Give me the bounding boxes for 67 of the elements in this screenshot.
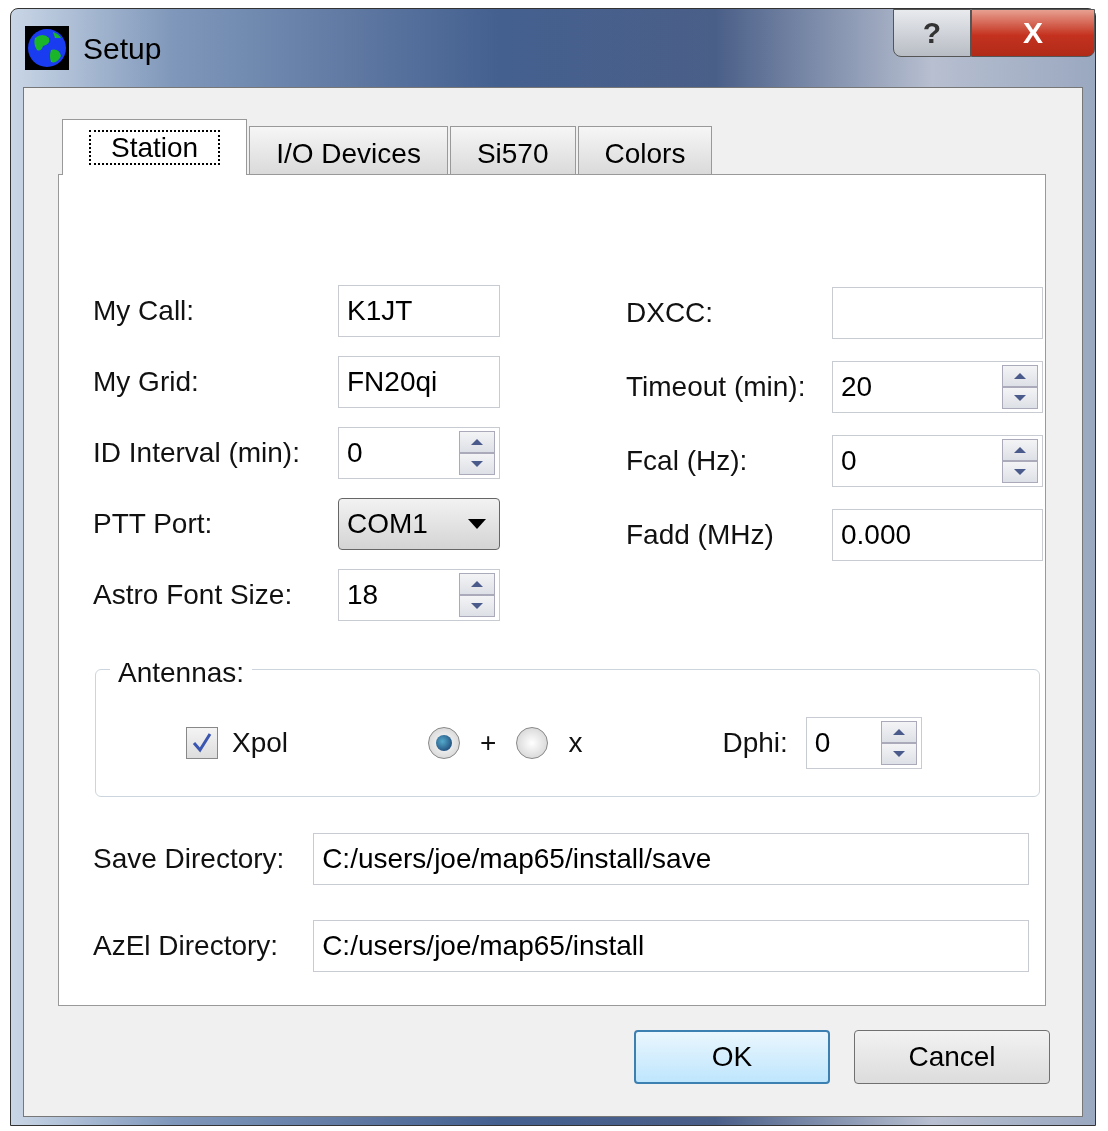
field-label: DXCC: (626, 296, 715, 330)
dialog-button[interactable]: OK (634, 1030, 830, 1084)
help-button[interactable]: ? (893, 9, 971, 57)
spin-down-button[interactable] (459, 453, 495, 475)
spin-box[interactable]: 0 (338, 427, 500, 479)
up-arrow-icon (891, 728, 906, 736)
globe-icon (25, 26, 69, 70)
field-label: My Call: (93, 294, 196, 328)
input-field[interactable]: 0.000 (832, 509, 1043, 561)
field-label: Dphi: (722, 726, 788, 760)
down-arrow-icon (1013, 468, 1027, 476)
spin-up-button[interactable] (459, 431, 495, 453)
up-arrow-icon (1013, 372, 1027, 380)
input-field[interactable]: 20 (833, 362, 1002, 412)
tab[interactable]: Colors (577, 126, 713, 174)
down-arrow-icon (470, 602, 484, 610)
input-field[interactable]: FN20qi (338, 356, 500, 408)
input-field[interactable] (832, 287, 1043, 339)
down-arrow-icon (470, 460, 484, 468)
spin-down-button[interactable] (880, 743, 917, 765)
radio-label: x (568, 726, 583, 760)
field-label: PTT Port: (93, 507, 214, 541)
check-icon (191, 732, 213, 754)
dialog-button[interactable]: Cancel (854, 1030, 1050, 1084)
spin-up-button[interactable] (880, 721, 917, 743)
spin-up-button[interactable] (459, 573, 495, 595)
input-field[interactable]: 18 (339, 570, 459, 620)
spin-up-button[interactable] (1002, 439, 1038, 461)
spin-up-button[interactable] (1002, 365, 1038, 387)
close-button[interactable]: X (971, 9, 1095, 57)
field-label: ID Interval (min): (93, 436, 301, 470)
field-label: AzEl Directory: (93, 929, 280, 963)
input-field[interactable]: 0 (806, 718, 881, 768)
spin-down-button[interactable] (1002, 387, 1038, 409)
down-arrow-icon (1013, 394, 1027, 402)
spin-down-button[interactable] (1002, 461, 1038, 483)
up-arrow-icon (1013, 446, 1027, 454)
spin-box[interactable]: 18 (338, 569, 500, 621)
up-arrow-icon (470, 438, 484, 446)
field-label: Astro Font Size: (93, 578, 294, 612)
field-label: Save Directory: (93, 842, 286, 876)
spin-box[interactable]: 0 (832, 435, 1043, 487)
field-label: Fadd (MHz) (626, 518, 775, 552)
input-field[interactable]: C:/users/joe/map65/install/save (313, 833, 1029, 885)
checkbox[interactable] (186, 727, 218, 759)
field-label: Timeout (min): (626, 370, 807, 404)
radio-label: + (480, 726, 497, 760)
input-field[interactable]: K1JT (338, 285, 500, 337)
spin-box[interactable]: 0 (805, 717, 922, 769)
window-title: Setup (83, 30, 162, 67)
up-arrow-icon (470, 580, 484, 588)
radio-button[interactable] (516, 727, 549, 759)
field-label: My Grid: (93, 365, 200, 399)
input-field[interactable]: 0 (339, 428, 459, 478)
tab[interactable]: I/O Devices (249, 126, 448, 174)
spin-box[interactable]: 20 (832, 361, 1043, 413)
dropdown[interactable]: COM1 (338, 498, 500, 550)
tab[interactable]: Station (62, 119, 248, 175)
input-field[interactable]: 0 (833, 436, 1002, 486)
checkbox-label: Xpol (232, 726, 289, 760)
field-label: Fcal (Hz): (626, 444, 749, 478)
tab[interactable]: Si570 (449, 126, 576, 174)
input-field[interactable]: C:/users/joe/map65/install (313, 920, 1029, 972)
caret-icon (467, 518, 487, 530)
radio-button[interactable] (428, 727, 461, 759)
spin-down-button[interactable] (459, 595, 495, 617)
down-arrow-icon (891, 750, 906, 758)
